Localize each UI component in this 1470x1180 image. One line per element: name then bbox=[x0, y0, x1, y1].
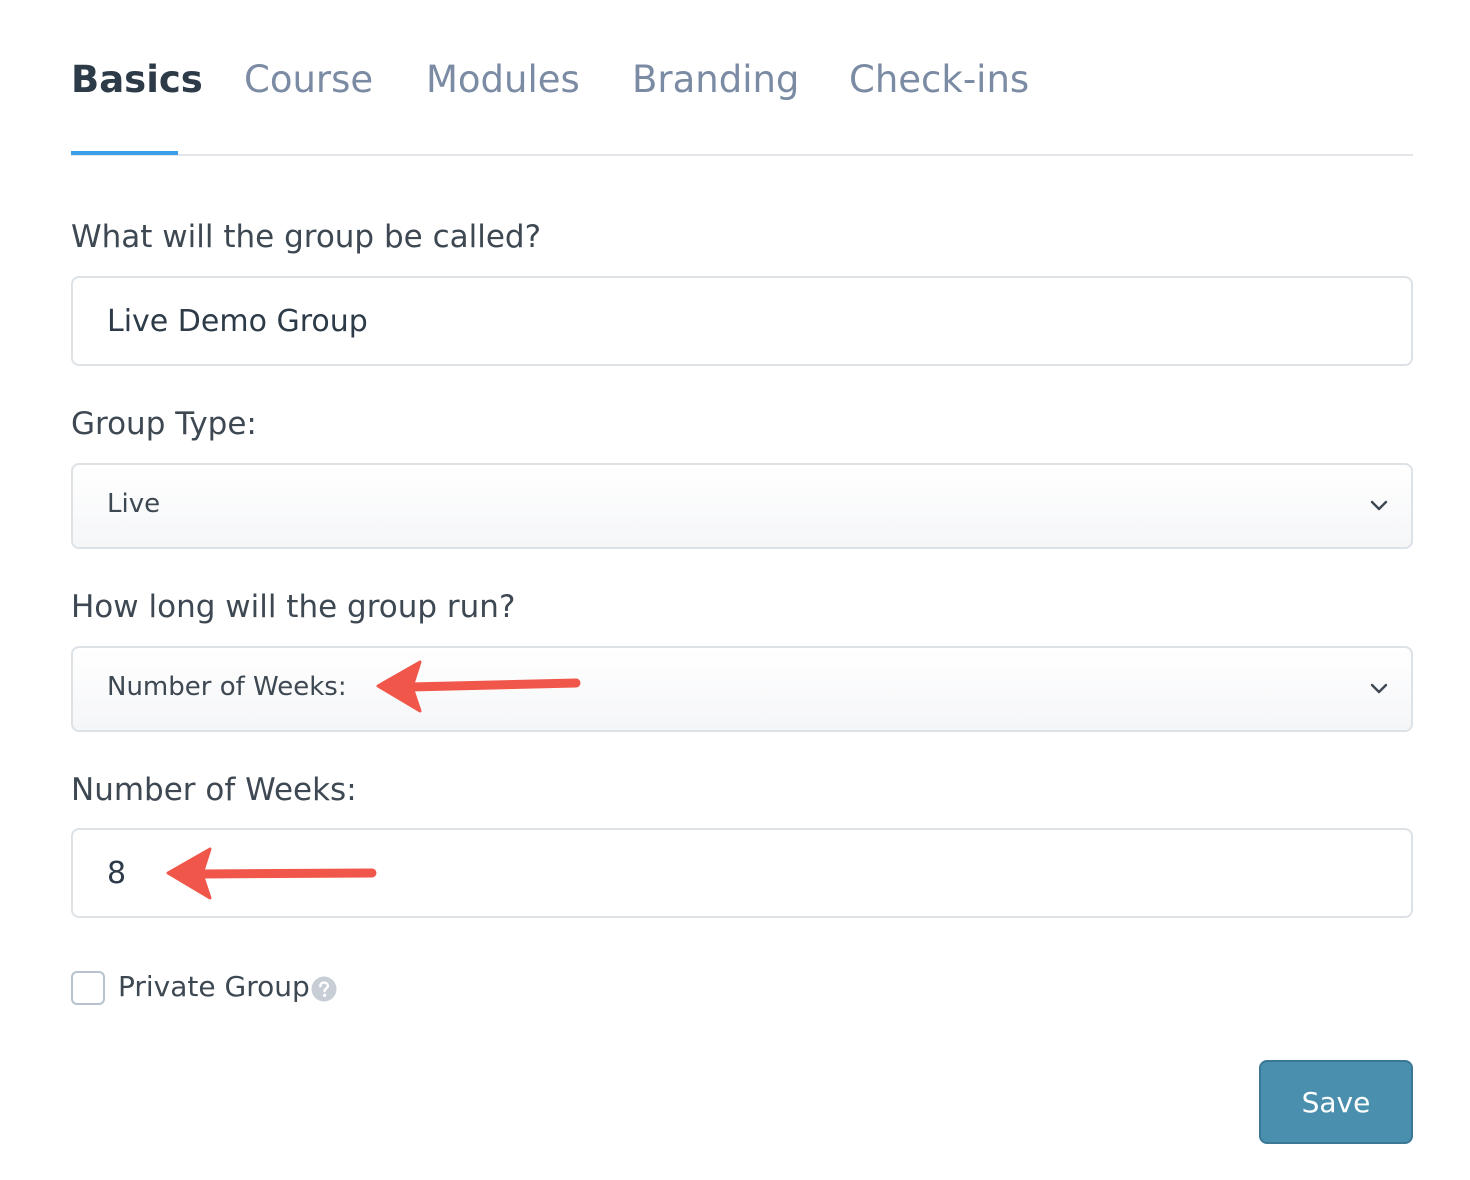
annotation-arrow-icon bbox=[166, 847, 377, 900]
group-type-selected-value: Live bbox=[107, 489, 161, 519]
private-group-label[interactable]: Private Group bbox=[118, 970, 310, 1004]
active-tab-indicator bbox=[71, 151, 178, 155]
group-name-label: What will the group be called? bbox=[71, 219, 542, 255]
group-name-input[interactable] bbox=[71, 276, 1413, 366]
private-group-checkbox[interactable] bbox=[71, 971, 105, 1005]
tab-check-ins[interactable]: Check-ins bbox=[849, 58, 1029, 102]
annotation-arrow-icon bbox=[376, 660, 581, 713]
group-type-label: Group Type: bbox=[71, 406, 257, 442]
duration-selected-value: Number of Weeks: bbox=[107, 672, 347, 702]
tab-basics[interactable]: Basics bbox=[71, 58, 203, 102]
weeks-label: Number of Weeks: bbox=[71, 772, 357, 808]
duration-label: How long will the group run? bbox=[71, 589, 516, 625]
group-type-select[interactable]: Live bbox=[71, 463, 1413, 549]
tab-modules[interactable]: Modules bbox=[426, 58, 580, 102]
duration-select[interactable]: Number of Weeks: bbox=[71, 646, 1413, 732]
save-button[interactable]: Save bbox=[1259, 1060, 1413, 1144]
tab-course[interactable]: Course bbox=[244, 58, 373, 102]
tab-branding[interactable]: Branding bbox=[632, 58, 799, 102]
question-circle-icon[interactable] bbox=[311, 976, 337, 1002]
chevron-down-icon bbox=[1370, 683, 1388, 694]
chevron-down-icon bbox=[1370, 500, 1388, 511]
tab-bar: Basics Course Modules Branding Check-ins bbox=[71, 40, 1413, 156]
